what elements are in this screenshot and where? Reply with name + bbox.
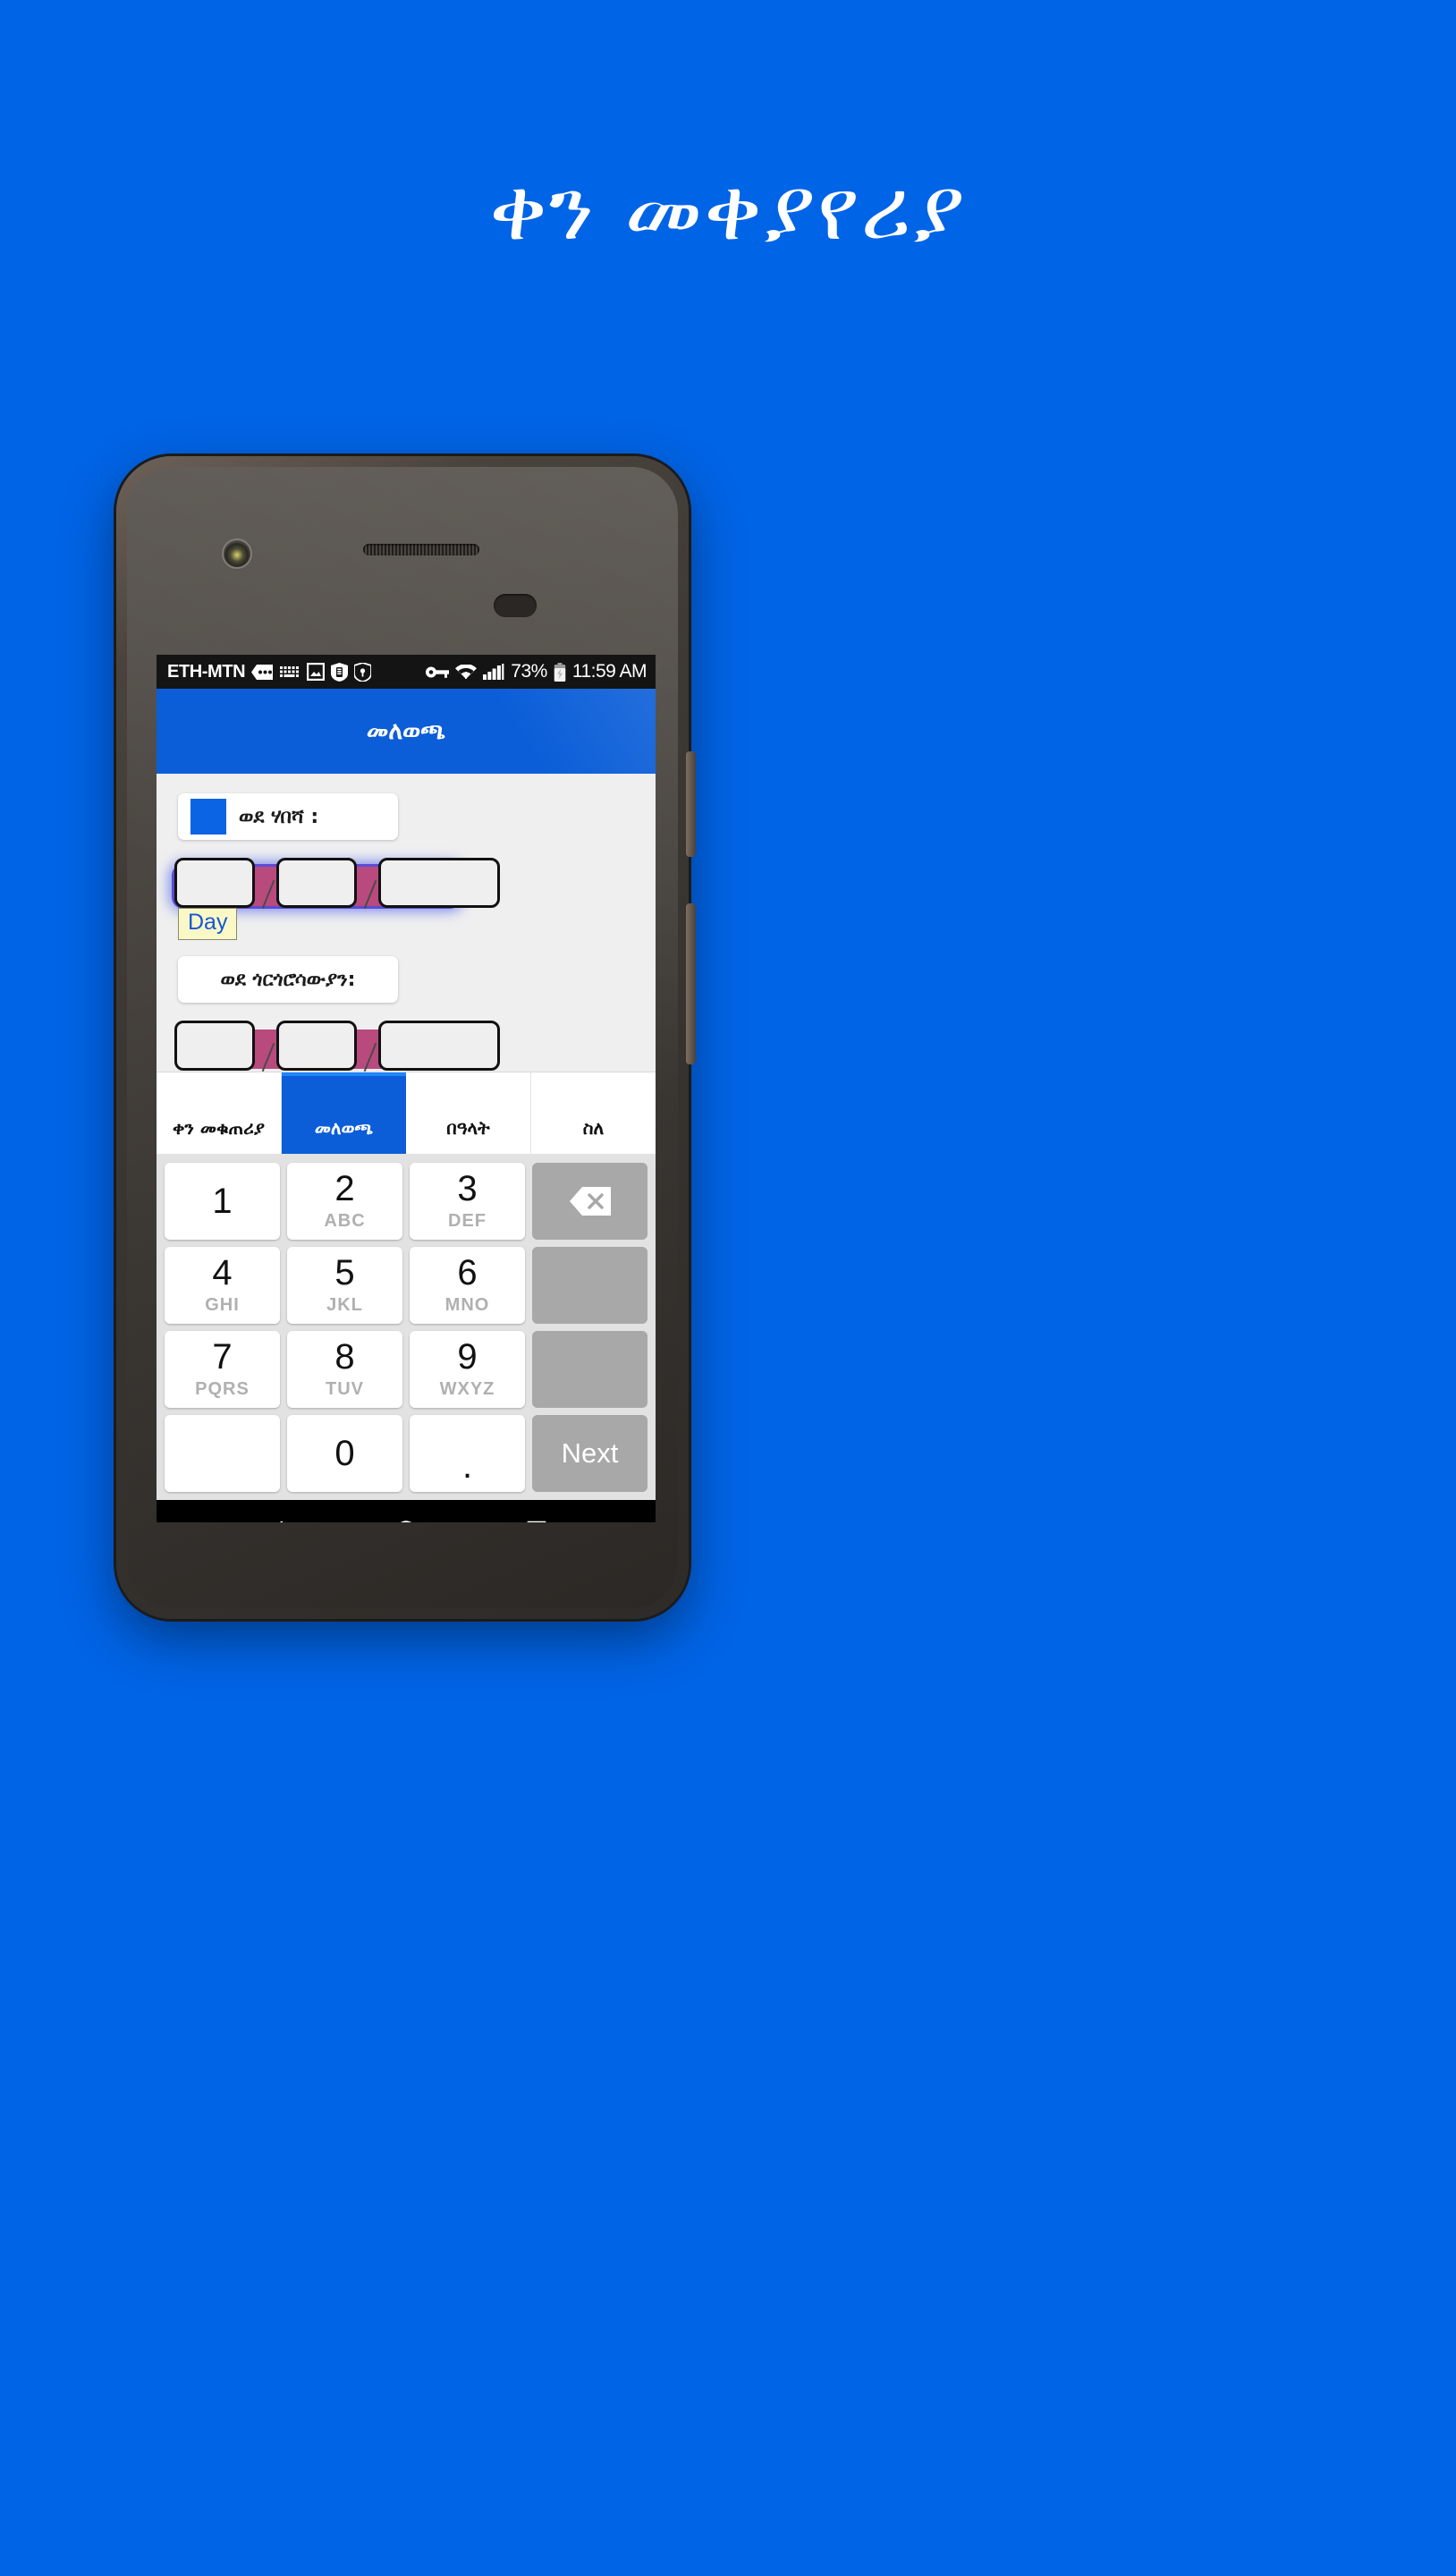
key-9-letters: WXYZ (439, 1379, 495, 1399)
to-gregorian-day-input[interactable] (174, 1021, 255, 1071)
key-2[interactable]: 2 ABC (287, 1163, 402, 1240)
signal-bars-icon (483, 664, 504, 680)
to-gregorian-label-card: ወደ ጎርጎሮሳውያን: (178, 956, 398, 1003)
key-blank-right-3[interactable] (532, 1331, 648, 1408)
key-5[interactable]: 5 JKL (287, 1247, 402, 1324)
key-8[interactable]: 8 TUV (287, 1331, 402, 1408)
to-gregorian-year-input[interactable] (378, 1021, 500, 1071)
phone-mockup: ETH-MTN 73% 11:59 AM መለወጫ ወደ ሃበሻ: Day ወ… (116, 456, 696, 1619)
key-decimal-point-digit: . (461, 1446, 473, 1486)
key-6-digit: 6 (457, 1253, 478, 1292)
status-bar: ETH-MTN 73% 11:59 AM (157, 655, 656, 689)
key-1[interactable]: 1 (165, 1163, 280, 1240)
key-2-digit: 2 (334, 1169, 355, 1208)
tab-active-indicator (282, 1072, 406, 1076)
tab-about-label: ስለ (582, 1117, 605, 1139)
promo-title: ቀን መቀያየሪያ (489, 159, 967, 259)
sim-dots-icon (251, 664, 274, 680)
carrier-label: ETH-MTN (167, 661, 246, 682)
battery-charging-icon (554, 662, 566, 682)
to-habesha-year-input[interactable] (378, 858, 500, 908)
phone-screen: ETH-MTN 73% 11:59 AM መለወጫ ወደ ሃበሻ: Day ወ… (157, 655, 656, 1522)
earpiece-speaker-icon (363, 544, 479, 555)
tab-about[interactable]: ስለ (531, 1072, 656, 1154)
backspace-icon (569, 1187, 611, 1216)
phone-front-panel: ETH-MTN 73% 11:59 AM መለወጫ ወደ ሃበሻ: Day ወ… (127, 467, 678, 1608)
android-nav-bar (157, 1500, 656, 1522)
phone-power-button[interactable] (686, 751, 696, 857)
key-9[interactable]: 9 WXYZ (410, 1331, 525, 1408)
to-habesha-month-input[interactable] (276, 858, 357, 908)
key-4-digit: 4 (212, 1253, 233, 1292)
tab-converter-label: መለወጫ (314, 1117, 374, 1139)
home-sensor-icon (494, 594, 537, 617)
phone-volume-button[interactable] (686, 903, 696, 1064)
bottom-tab-bar: ቀን መቁጠሪያ መለወጫ በዓላት ስለ (157, 1072, 656, 1154)
keyboard-icon (279, 665, 301, 680)
color-swatch-icon (190, 799, 226, 835)
front-camera-icon (224, 540, 250, 567)
battery-shield-icon (331, 662, 349, 682)
app-bar-sheen (422, 689, 656, 774)
keypad-row: 0 . Next (161, 1411, 651, 1496)
numeric-keypad: 1 2 ABC 3 DEF 4 GHI 5 JKL 6 MNO 7 PQRS 8… (157, 1154, 656, 1500)
to-gregorian-month-input[interactable] (276, 1021, 357, 1071)
key-3[interactable]: 3 DEF (410, 1163, 525, 1240)
image-icon (307, 663, 326, 681)
key-7-letters: PQRS (195, 1379, 250, 1399)
key-7[interactable]: 7 PQRS (165, 1331, 280, 1408)
key-1-digit: 1 (212, 1182, 233, 1221)
clock-label: 11:59 AM (571, 661, 648, 682)
key-decimal-point[interactable]: . (410, 1415, 525, 1492)
tab-calendar-label: ቀን መቁጠሪያ (173, 1117, 265, 1139)
to-habesha-label-card: ወደ ሃበሻ : (178, 793, 398, 840)
key-4-letters: GHI (205, 1295, 240, 1315)
key-next-label: Next (561, 1437, 619, 1469)
key-0-digit: 0 (334, 1434, 355, 1473)
to-habesha-date-inputs[interactable]: Day (174, 858, 500, 940)
key-blank-left[interactable] (165, 1415, 280, 1492)
tab-calendar[interactable]: ቀን መቁጠሪያ (157, 1072, 282, 1154)
to-gregorian-box-group (174, 1021, 500, 1071)
key-blank-right-2[interactable] (532, 1247, 648, 1324)
day-tooltip: Day (178, 908, 238, 940)
key-4[interactable]: 4 GHI (165, 1247, 280, 1324)
vpn-key-icon (426, 665, 450, 679)
keypad-row: 1 2 ABC 3 DEF (161, 1159, 651, 1243)
to-habesha-box-group (174, 858, 500, 908)
to-habesha-label: ወደ ሃበሻ : (239, 805, 319, 828)
keypad-row: 7 PQRS 8 TUV 9 WXYZ (161, 1327, 651, 1411)
tab-holidays-label: በዓላት (446, 1117, 490, 1139)
key-6-letters: MNO (444, 1295, 490, 1315)
key-5-letters: JKL (326, 1295, 363, 1315)
home-circle-icon[interactable] (390, 1518, 422, 1522)
app-bar: መለወጫ (157, 689, 656, 774)
key-5-digit: 5 (334, 1253, 355, 1292)
key-0[interactable]: 0 (287, 1415, 402, 1492)
key-next[interactable]: Next (532, 1415, 648, 1492)
key-8-digit: 8 (334, 1337, 355, 1377)
battery-percent-label: 73% (511, 661, 547, 682)
keypad-row: 4 GHI 5 JKL 6 MNO (161, 1243, 651, 1327)
key-8-letters: TUV (326, 1379, 364, 1399)
back-triangle-icon[interactable] (259, 1518, 292, 1522)
key-2-letters: ABC (324, 1211, 366, 1231)
shield-key-icon (354, 662, 372, 682)
converter-form: ወደ ሃበሻ : Day ወደ ጎርጎሮሳውያን: (157, 774, 656, 1072)
to-gregorian-date-inputs[interactable] (174, 1021, 500, 1080)
key-3-letters: DEF (448, 1211, 487, 1231)
key-3-digit: 3 (457, 1169, 478, 1208)
key-9-digit: 9 (457, 1337, 478, 1377)
wifi-icon (455, 664, 478, 680)
to-gregorian-label: ወደ ጎርጎሮሳውያን: (220, 968, 356, 991)
recents-square-icon[interactable] (521, 1518, 553, 1522)
app-bar-title: መለወጫ (366, 716, 446, 745)
key-6[interactable]: 6 MNO (410, 1247, 525, 1324)
key-7-digit: 7 (212, 1337, 233, 1377)
key-backspace[interactable] (532, 1163, 648, 1240)
to-habesha-day-input[interactable] (174, 858, 255, 908)
tab-converter[interactable]: መለወጫ (282, 1072, 406, 1154)
tab-holidays[interactable]: በዓላት (406, 1072, 531, 1154)
